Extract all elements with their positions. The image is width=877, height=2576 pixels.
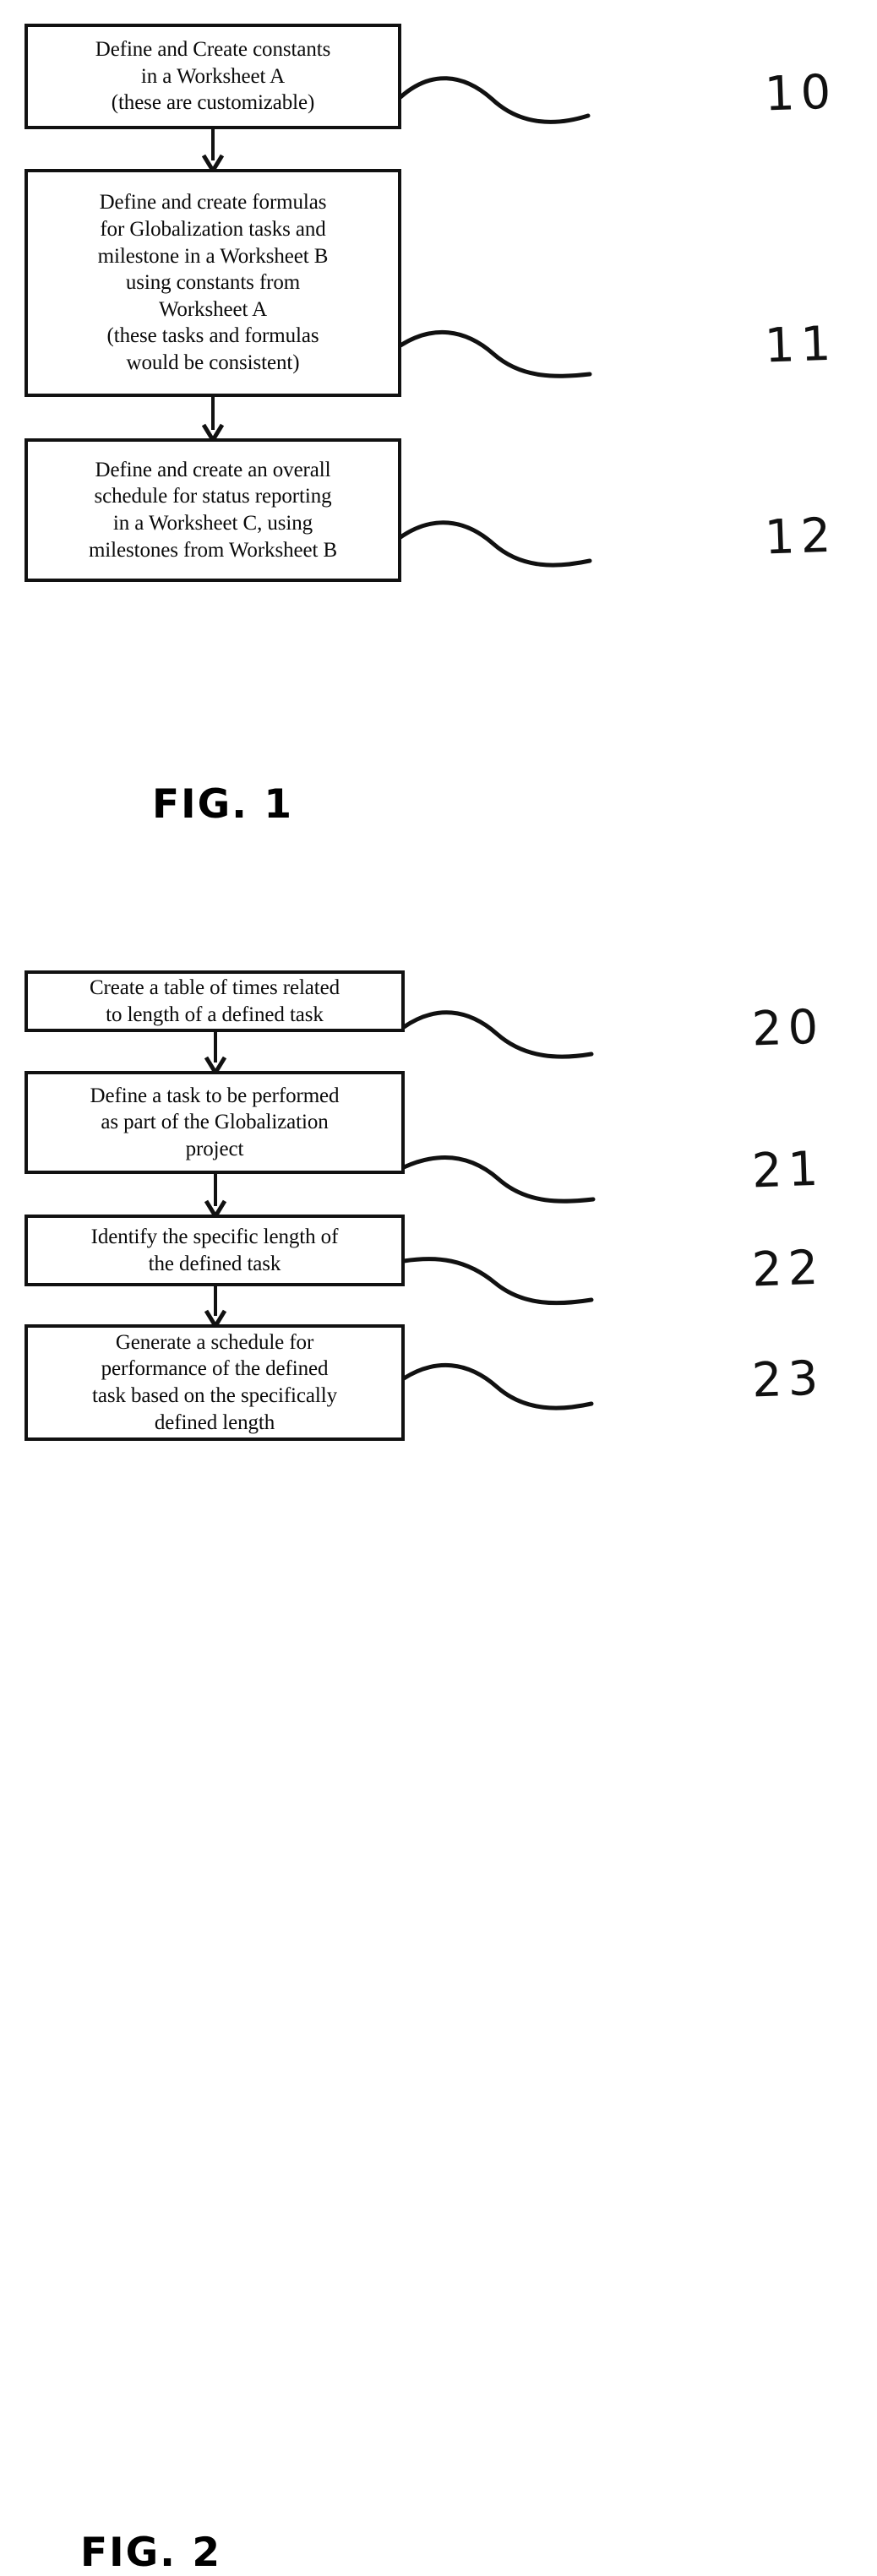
flow-box-step-23-label: Generate a schedule for performance of t… xyxy=(92,1330,337,1434)
down-arrow-icon xyxy=(203,1171,228,1218)
leader-line-icon xyxy=(400,1132,654,1216)
reference-numeral-10: 10 xyxy=(763,64,838,122)
leader-line-icon xyxy=(400,1341,654,1426)
figure-1-caption: FIG. 1 xyxy=(152,781,294,828)
reference-numeral-12: 12 xyxy=(763,508,838,566)
flow-box-step-12-label: Define and create an overall schedule fo… xyxy=(88,458,338,562)
flow-box-step-22: Identify the specific length of the defi… xyxy=(25,1215,405,1286)
flow-box-step-11: Define and create formulas for Globaliza… xyxy=(25,169,401,397)
leader-line-icon xyxy=(397,55,651,139)
flow-box-step-10: Define and Create constants in a Workshe… xyxy=(25,24,401,129)
down-arrow-icon xyxy=(203,1284,228,1328)
flow-box-step-20: Create a table of times related to lengt… xyxy=(25,970,405,1032)
reference-numeral-21: 21 xyxy=(750,1141,825,1199)
leader-line-icon xyxy=(400,1231,654,1315)
flow-box-step-20-label: Create a table of times related to lengt… xyxy=(89,976,340,1026)
leader-line-icon xyxy=(400,990,654,1074)
flow-box-step-21-label: Define a task to be performed as part of… xyxy=(90,1084,340,1160)
flow-box-step-23: Generate a schedule for performance of t… xyxy=(25,1324,405,1441)
figure-2: Create a table of times related to lengt… xyxy=(0,870,877,2576)
leader-line-icon xyxy=(397,307,651,391)
reference-numeral-22: 22 xyxy=(750,1240,825,1298)
down-arrow-icon xyxy=(200,127,226,172)
figure-1: Define and Create constants in a Workshe… xyxy=(0,0,877,870)
flow-box-step-10-label: Define and Create constants in a Workshe… xyxy=(95,38,331,115)
flow-box-step-11-label: Define and create formulas for Globaliza… xyxy=(97,191,329,375)
down-arrow-icon xyxy=(203,1030,228,1074)
reference-numeral-20: 20 xyxy=(750,999,825,1057)
leader-line-icon xyxy=(397,498,651,583)
flow-box-step-12: Define and create an overall schedule fo… xyxy=(25,438,401,582)
down-arrow-icon xyxy=(200,394,226,442)
reference-numeral-23: 23 xyxy=(750,1350,825,1409)
flow-box-step-21: Define a task to be performed as part of… xyxy=(25,1071,405,1174)
patent-drawing-sheet: Define and Create constants in a Workshe… xyxy=(0,0,877,2576)
figure-2-caption: FIG. 2 xyxy=(80,2530,222,2576)
flow-box-step-22-label: Identify the specific length of the defi… xyxy=(90,1225,339,1275)
reference-numeral-11: 11 xyxy=(763,316,838,374)
